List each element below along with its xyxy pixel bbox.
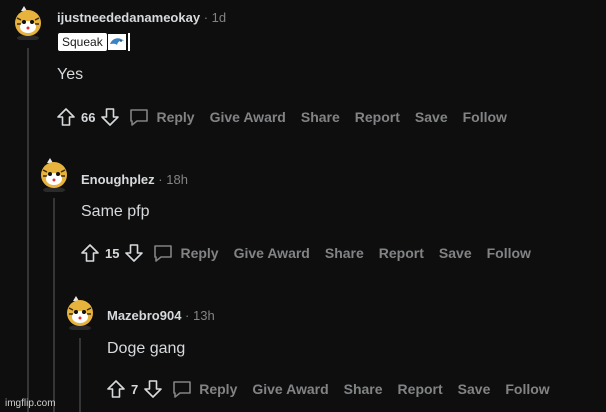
report-button[interactable]: Report xyxy=(398,381,443,397)
reply-icon[interactable] xyxy=(171,379,193,399)
comment-author[interactable]: ijustneededanameokay · 1d xyxy=(57,10,226,25)
follow-button[interactable]: Follow xyxy=(487,245,531,261)
reply-button[interactable]: Reply xyxy=(199,381,237,397)
separator-dot: · xyxy=(203,10,209,25)
downvote-icon[interactable] xyxy=(124,243,144,263)
comment-body: Yes xyxy=(57,66,84,83)
thread-line[interactable] xyxy=(53,198,55,412)
comment-timestamp[interactable]: 18h xyxy=(166,172,188,187)
downvote-icon[interactable] xyxy=(100,107,120,127)
comment-body: Same pfp xyxy=(81,203,150,220)
reply-button[interactable]: Reply xyxy=(180,245,218,261)
reply-icon[interactable] xyxy=(152,243,174,263)
comment-actions: 15 Reply Give Award Share Report Save Fo… xyxy=(80,242,546,264)
report-button[interactable]: Report xyxy=(355,109,400,125)
upvote-icon[interactable] xyxy=(106,379,126,399)
reply-button[interactable]: Reply xyxy=(156,109,194,125)
comment-author[interactable]: Enoughplez · 18h xyxy=(81,172,188,187)
avatar[interactable] xyxy=(36,156,72,192)
follow-button[interactable]: Follow xyxy=(463,109,507,125)
share-button[interactable]: Share xyxy=(325,245,364,261)
comment-body: Doge gang xyxy=(107,340,186,357)
separator-dot: · xyxy=(158,172,163,187)
share-button[interactable]: Share xyxy=(301,109,340,125)
thread-line[interactable] xyxy=(27,48,29,412)
user-flair: Squeak xyxy=(58,33,130,51)
reply-icon[interactable] xyxy=(128,107,150,127)
comment-actions: 7 Reply Give Award Share Report Save Fol… xyxy=(106,378,565,400)
flair-cursor xyxy=(127,33,130,51)
save-button[interactable]: Save xyxy=(458,381,491,397)
save-button[interactable]: Save xyxy=(415,109,448,125)
give-award-button[interactable]: Give Award xyxy=(234,245,310,261)
avatar[interactable] xyxy=(10,4,46,40)
dolphin-icon xyxy=(107,34,126,50)
upvote-icon[interactable] xyxy=(56,107,76,127)
watermark: imgflip.com xyxy=(5,398,56,409)
vote-count: 7 xyxy=(131,381,139,397)
separator-dot: · xyxy=(185,308,190,323)
give-award-button[interactable]: Give Award xyxy=(210,109,286,125)
comment-author[interactable]: Mazebro904 · 13h xyxy=(107,308,215,323)
avatar[interactable] xyxy=(62,294,98,330)
comment-timestamp[interactable]: 13h xyxy=(193,308,215,323)
vote-count: 66 xyxy=(81,109,96,125)
give-award-button[interactable]: Give Award xyxy=(252,381,328,397)
save-button[interactable]: Save xyxy=(439,245,472,261)
downvote-icon[interactable] xyxy=(143,379,163,399)
upvote-icon[interactable] xyxy=(80,243,100,263)
share-button[interactable]: Share xyxy=(344,381,383,397)
comment-actions: 66 Reply Give Award Share Report Save Fo… xyxy=(56,106,522,128)
comment-timestamp[interactable]: 1d xyxy=(212,10,226,25)
vote-count: 15 xyxy=(105,245,120,261)
follow-button[interactable]: Follow xyxy=(505,381,549,397)
thread-line[interactable] xyxy=(79,338,81,412)
report-button[interactable]: Report xyxy=(379,245,424,261)
flair-label: Squeak xyxy=(58,33,107,51)
